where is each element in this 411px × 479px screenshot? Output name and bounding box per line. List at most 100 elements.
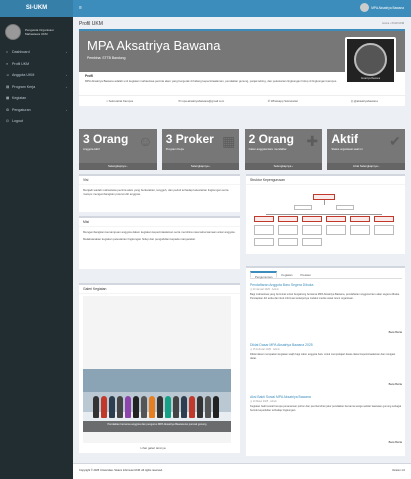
org-chart-node — [302, 225, 322, 235]
stat-more-link[interactable]: Lihat Selengkapnya › — [327, 163, 405, 170]
photo-person — [189, 396, 195, 418]
org-chart[interactable] — [250, 188, 398, 252]
sidebar-item-profil[interactable]: ≡ Profil UKM — [0, 59, 73, 71]
chevron-left-icon: ‹ — [66, 73, 67, 77]
stat-value: 2 Orang — [248, 132, 294, 146]
stat-card-proker: 3 Proker Program Kerja ▦ Selengkapnya › — [161, 129, 240, 170]
misi-text: Mengembangkan kemampuan anggota dalam ke… — [79, 227, 240, 244]
tab-prestasi[interactable]: Prestasi — [296, 271, 314, 278]
box-title: Galeri Kegiatan — [79, 285, 240, 294]
photo-person — [141, 396, 147, 418]
stat-more-link[interactable]: Selengkapnya › — [244, 163, 323, 170]
post-body: Bagi mahasiswa yang berminat untuk berga… — [250, 293, 400, 300]
sidebar: SI-UKM Pengelola Organisasi Mahasiswa UK… — [0, 0, 73, 479]
post-meta: ◷ 20 Januari 2025 · Admin — [250, 288, 402, 291]
chevron-left-icon: ‹ — [66, 107, 67, 112]
org-chart-node — [374, 225, 394, 235]
sidebar-item-logout[interactable]: ⏻ Logout — [0, 116, 73, 128]
org-chart-node — [278, 238, 298, 246]
photo-person — [117, 396, 123, 418]
content-header: Profil UKM Home › Profil UKM — [73, 17, 411, 29]
post-meta-text: 15 Februari 2025 · Admin — [252, 348, 280, 351]
gallery-carousel[interactable]: Pendakian bersama anggota dan pengurus M… — [83, 296, 231, 443]
stat-card-calon: 2 Orang Calon anggota baru mendaftar ✚ S… — [244, 129, 323, 170]
sidebar-toggle-icon[interactable]: ≡ — [79, 6, 82, 11]
sidebar-item-anggota[interactable]: ☺ Anggota UKM ‹ — [0, 70, 73, 82]
list-icon: ≡ — [6, 61, 9, 66]
sidebar-item-pengaturan[interactable]: ⚙ Pengaturan ‹ — [0, 105, 73, 117]
org-chart-node — [336, 205, 354, 210]
logo-emblem-icon — [354, 43, 387, 76]
top-navbar: ≡ MPA Aksatriya Bawana — [73, 0, 411, 17]
tab-pengumuman[interactable]: Pengumuman — [250, 271, 278, 279]
profile-heading: Profil — [85, 74, 94, 78]
photo-person — [93, 396, 99, 418]
read-more-button[interactable]: Baca Berita — [389, 441, 402, 444]
contact-bar: ⌖ Sekretariat Kampus ✉ mpa.aksatriyabawa… — [79, 95, 405, 106]
sidebar-item-kegiatan[interactable]: ▦ Kegiatan — [0, 93, 73, 105]
box-title: Struktur Kepengurusan — [246, 176, 405, 185]
post-title[interactable]: Diklat Dasar MPA Aksatriya Bawana 2025 — [250, 343, 402, 347]
user-name-line2: Mahasiswa UKM — [25, 32, 48, 36]
photo-person — [125, 396, 131, 418]
gallery-photo[interactable]: Pendakian bersama anggota dan pengurus M… — [83, 369, 231, 432]
app-logo[interactable]: SI-UKM — [0, 0, 73, 17]
avatar — [360, 3, 370, 12]
contact-instagram[interactable]: ◎ @aksatriyabawana — [324, 99, 406, 103]
org-chart-node — [302, 238, 322, 246]
user-menu-name: MPA Aksatriya Bawana — [371, 5, 404, 10]
logout-icon: ⏻ — [6, 119, 9, 123]
org-chart-node — [350, 216, 370, 222]
misi-paragraph-2: Melaksanakan kegiatan pelestarian lingku… — [83, 237, 196, 242]
profile-section: Profil MPA Aksatriya Bawana adalah unit … — [85, 74, 345, 83]
stat-label: Anggota Aktif — [83, 147, 100, 151]
breadcrumb[interactable]: Home › Profil UKM — [382, 22, 404, 25]
stat-card-status: Aktif Status organisasi saat ini ✔ Lihat… — [327, 129, 405, 170]
post-title[interactable]: Aksi Bakti Sosial MPA Aksatriya Bawana — [250, 395, 402, 399]
contact-location[interactable]: ⌖ Sekretariat Kampus — [79, 99, 161, 103]
sidebar-item-dashboard[interactable]: ⌂ Dashboard ‹ — [0, 47, 73, 59]
post-meta-text: 10 Maret 2025 · Admin — [252, 400, 277, 403]
stat-label: Program Kerja — [165, 147, 184, 151]
stat-value: 3 Orang — [83, 132, 129, 146]
photo-person — [109, 396, 115, 418]
post-title[interactable]: Pendaftaran Anggota Baru Segera Dibuka — [250, 283, 402, 287]
contact-text: Whatsapp Sekretariat — [270, 99, 298, 103]
organization-subtitle: Pembina: STTB Bandung — [87, 56, 126, 60]
sidebar-item-label: Logout — [12, 119, 23, 123]
stat-more-link[interactable]: Selengkapnya › — [161, 163, 240, 170]
sidebar-user-panel: Pengelola Organisasi Mahasiswa UKM — [0, 17, 73, 47]
gallery-more-link[interactable]: Lihat galeri lainnya — [79, 446, 227, 450]
post-body: Diklat dasar merupakan kegiatan wajib ba… — [250, 353, 396, 360]
struktur-box: Struktur Kepengurusan — [246, 174, 405, 254]
contact-text: @aksatriyabawana — [353, 99, 378, 103]
profile-text: MPA Aksatriya Bawana adalah unit kegiata… — [85, 79, 337, 83]
news-tabs: Pengumuman Kegiatan Prestasi — [250, 271, 402, 279]
check-icon: ✔ — [389, 133, 401, 149]
tab-kegiatan[interactable]: Kegiatan — [277, 271, 296, 278]
photo-person — [133, 396, 139, 418]
photo-person — [165, 396, 171, 418]
org-chart-node — [294, 205, 312, 210]
news-post: Aksi Bakti Sosial MPA Aksatriya Bawana ◷… — [250, 395, 402, 447]
page-footer: Copyright © 2025 Universitas. Sistem Inf… — [73, 463, 411, 479]
user-menu[interactable]: MPA Aksatriya Bawana — [360, 3, 404, 12]
contact-phone[interactable]: ✆ Whatsapp Sekretariat — [242, 99, 324, 103]
home-icon: ⌂ — [6, 50, 9, 54]
sidebar-user-name: Pengelola Organisasi Mahasiswa UKM — [25, 28, 54, 36]
organization-title: MPA Aksatriya Bawana — [87, 38, 221, 53]
read-more-button[interactable]: Baca Berita — [389, 383, 402, 386]
stat-label: Calon anggota baru mendaftar — [248, 147, 287, 151]
news-post: Pendaftaran Anggota Baru Segera Dibuka ◷… — [250, 283, 402, 337]
logo-caption: Aksatriya Bawana — [360, 77, 381, 80]
calendar-icon: ▦ — [222, 133, 236, 149]
sidebar-item-label: Dashboard — [12, 50, 30, 54]
news-box: Pengumuman Kegiatan Prestasi Pendaftaran… — [246, 266, 405, 456]
read-more-button[interactable]: Baca Berita — [389, 331, 402, 334]
sidebar-item-label: Profil UKM — [12, 61, 30, 66]
contact-email[interactable]: ✉ mpa.aksatriyabawana@gmail.com — [161, 99, 243, 103]
stat-more-link[interactable]: Selengkapnya › — [79, 163, 157, 170]
sidebar-item-proker[interactable]: ▤ Program Kerja ‹ — [0, 82, 73, 94]
calendar-icon: ▦ — [6, 96, 10, 100]
org-chart-node — [254, 225, 274, 235]
